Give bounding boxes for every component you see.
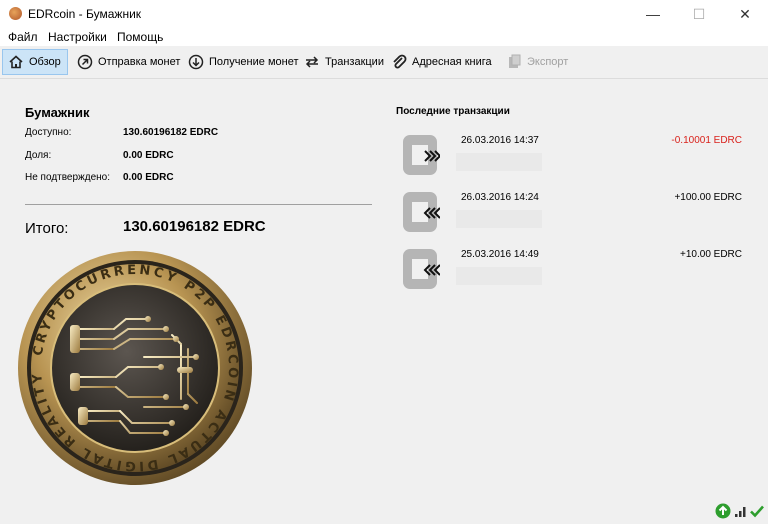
close-button[interactable]: ✕ <box>722 0 768 28</box>
overview-label: Обзор <box>29 56 61 68</box>
receive-icon <box>188 54 204 70</box>
recent-transactions-title: Последние транзакции <box>396 106 510 117</box>
maximize-button[interactable]: ☐ <box>676 0 722 28</box>
overview-page: Бумажник Доступно: 130.60196182 EDRC Дол… <box>0 79 768 499</box>
transaction-address-placeholder <box>456 210 542 228</box>
transactions-button[interactable]: Транзакции <box>299 49 389 75</box>
paperclip-icon <box>391 54 407 70</box>
send-label: Отправка монет <box>98 56 181 68</box>
addressbook-button[interactable]: Адресная книга <box>386 49 497 75</box>
export-icon <box>506 54 522 70</box>
wallet-title: Бумажник <box>25 105 90 120</box>
send-button[interactable]: Отправка монет <box>72 49 185 75</box>
transaction-date: 25.03.2016 14:49 <box>461 249 539 260</box>
edrcoin-logo: CRYPTOCURRENCY P2P EDRCOIN ACTUAL DIGITA… <box>16 249 254 487</box>
receive-button[interactable]: Получение монет <box>183 49 304 75</box>
transaction-item[interactable]: 25.03.2016 14:49 +10.00 EDRC <box>396 245 746 301</box>
title-bar: EDRcoin - Бумажник — ☐ ✕ <box>0 0 768 28</box>
synced-checkmark-icon[interactable] <box>749 503 765 519</box>
transaction-item[interactable]: 26.03.2016 14:24 +100.00 EDRC <box>396 188 746 244</box>
menu-help[interactable]: Помощь <box>117 30 163 44</box>
divider <box>25 204 372 205</box>
overview-button[interactable]: Обзор <box>2 49 68 75</box>
available-value: 130.60196182 EDRC <box>123 127 219 138</box>
unconfirmed-label: Не подтверждено: <box>25 172 111 183</box>
menu-file[interactable]: Файл <box>8 30 38 44</box>
incoming-transaction-icon <box>396 245 441 293</box>
transaction-address-placeholder <box>456 153 542 171</box>
stake-label: Доля: <box>25 150 52 161</box>
total-label: Итого: <box>25 220 69 237</box>
transaction-amount: -0.10001 EDRC <box>671 135 742 146</box>
transaction-date: 26.03.2016 14:37 <box>461 135 539 146</box>
transaction-amount: +10.00 EDRC <box>680 249 742 260</box>
home-icon <box>8 54 24 70</box>
connections-signal-icon[interactable] <box>733 503 749 519</box>
app-icon <box>9 7 22 20</box>
incoming-transaction-icon <box>396 188 441 236</box>
receive-label: Получение монет <box>209 56 299 68</box>
menu-settings[interactable]: Настройки <box>48 30 107 44</box>
addressbook-label: Адресная книга <box>412 56 492 68</box>
outgoing-transaction-icon <box>396 131 442 179</box>
window-title: EDRcoin - Бумажник <box>28 7 142 21</box>
transactions-label: Транзакции <box>325 56 384 68</box>
send-icon <box>77 54 93 70</box>
transaction-date: 26.03.2016 14:24 <box>461 192 539 203</box>
minimize-button[interactable]: — <box>630 0 676 28</box>
stake-value: 0.00 EDRC <box>123 150 174 161</box>
total-value: 130.60196182 EDRC <box>123 218 266 235</box>
transaction-amount: +100.00 EDRC <box>674 192 742 203</box>
status-bar <box>0 499 768 524</box>
transfer-arrows-icon <box>304 54 320 70</box>
export-label: Экспорт <box>527 56 569 68</box>
unconfirmed-value: 0.00 EDRC <box>123 172 174 183</box>
transaction-item[interactable]: 26.03.2016 14:37 -0.10001 EDRC <box>396 131 746 187</box>
staking-arrow-icon[interactable] <box>715 503 731 519</box>
transaction-address-placeholder <box>456 267 542 285</box>
toolbar: Обзор Отправка монет Получение монет Тра… <box>0 46 768 79</box>
menu-bar: Файл Настройки Помощь <box>0 28 768 46</box>
available-label: Доступно: <box>25 127 72 138</box>
export-button[interactable]: Экспорт <box>501 49 573 75</box>
